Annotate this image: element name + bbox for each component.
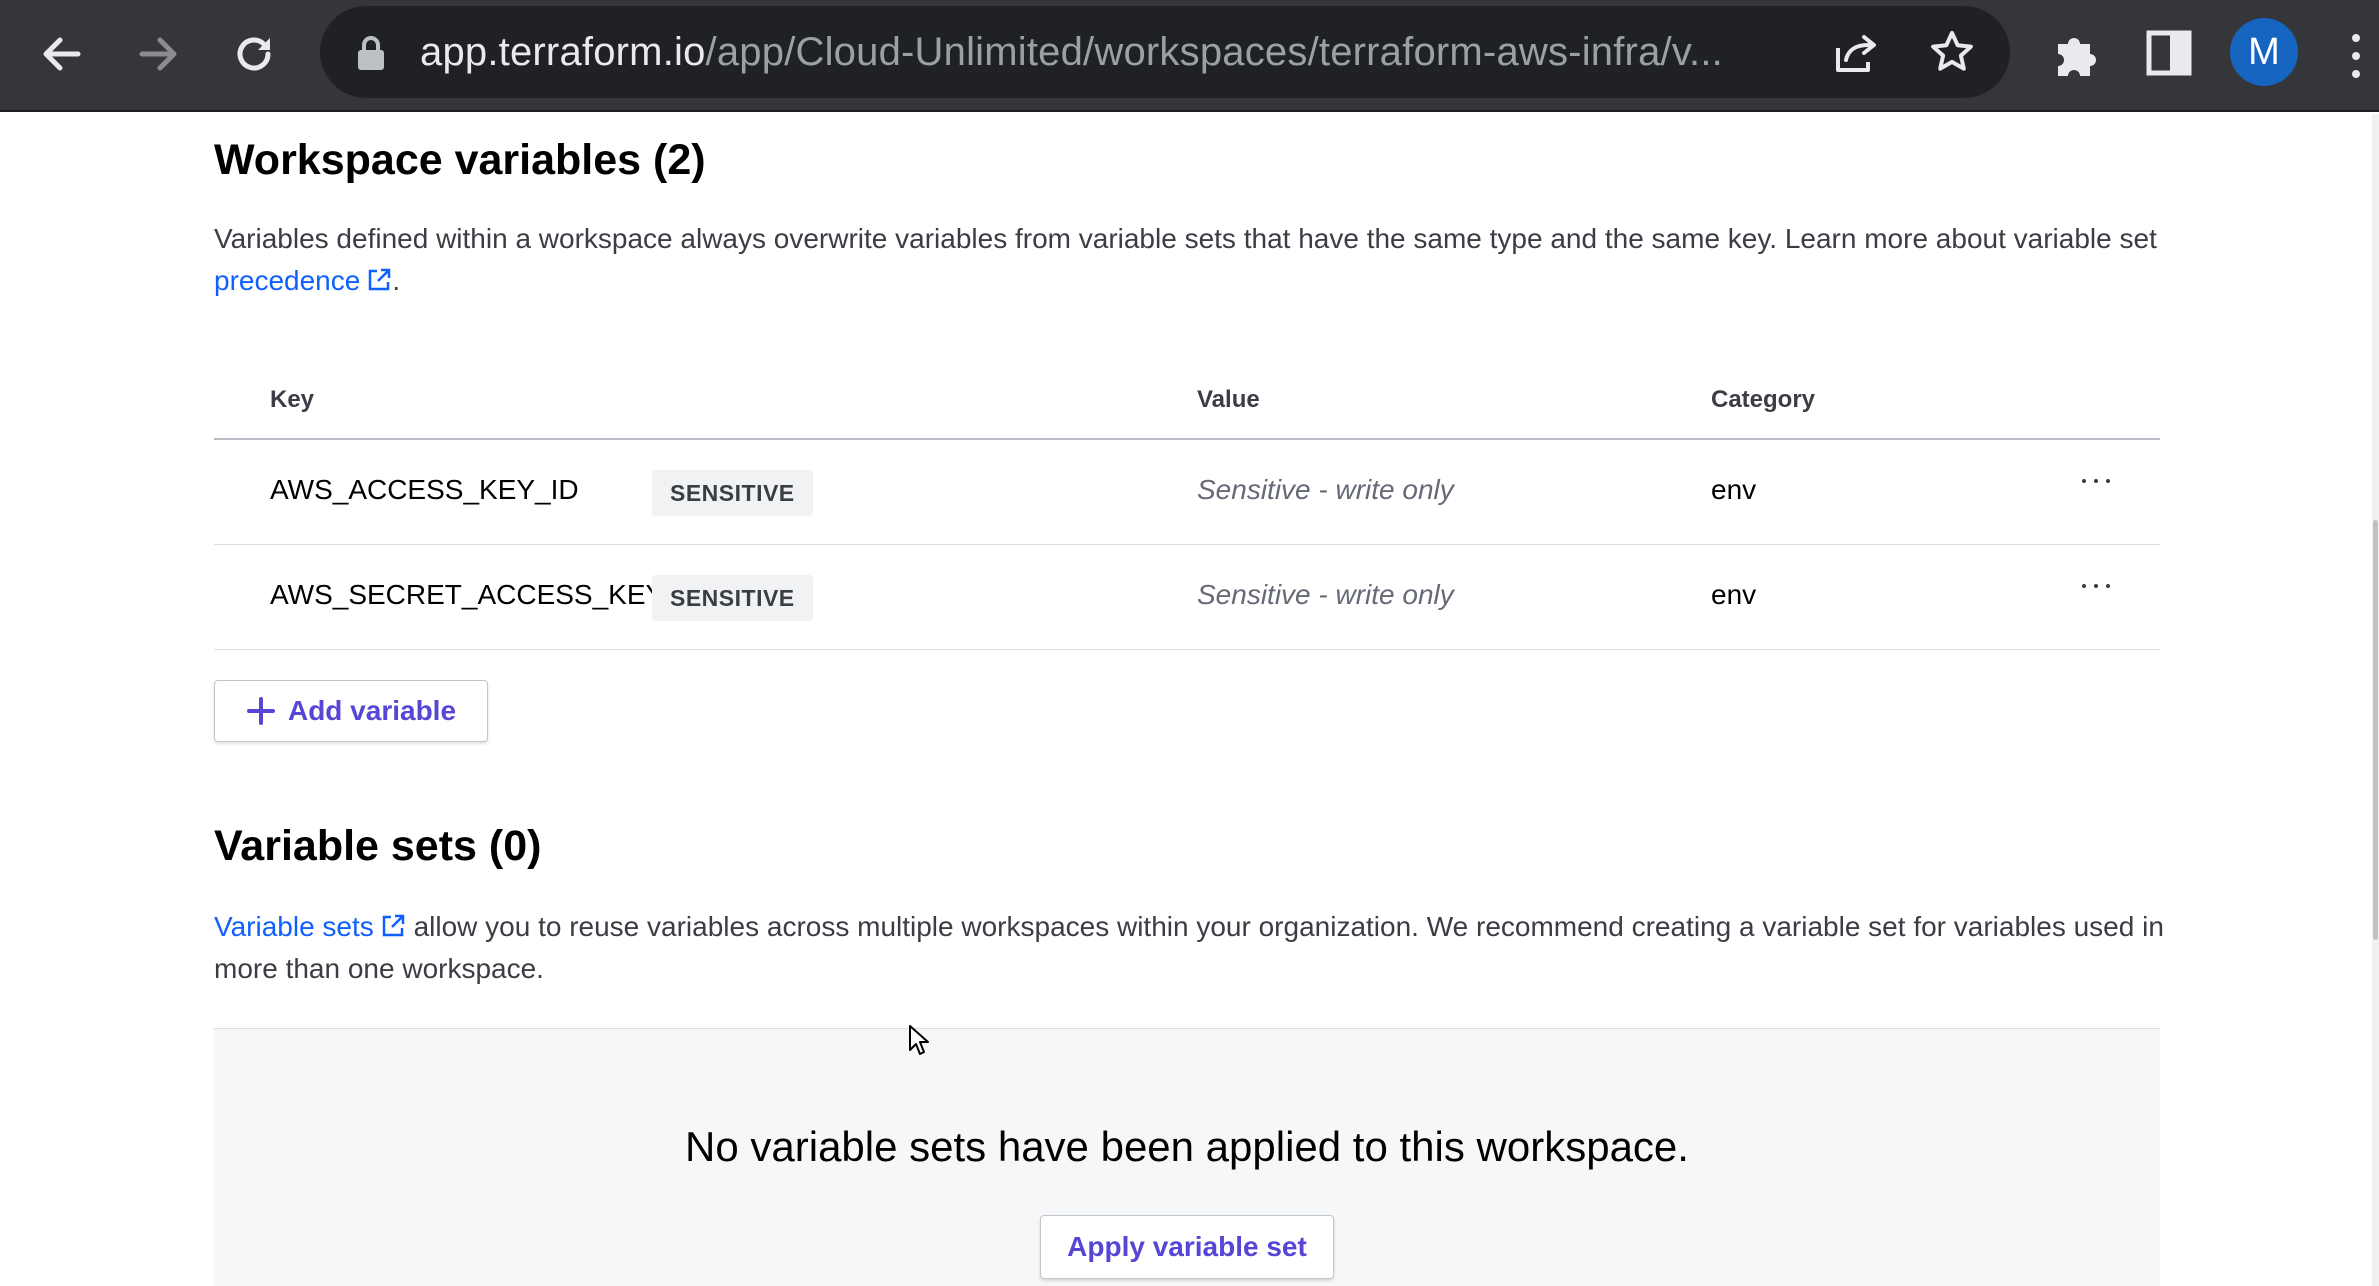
variable-key: AWS_ACCESS_KEY_ID [270,474,579,505]
lock-icon [358,36,384,70]
side-panel-icon[interactable] [2146,30,2192,76]
external-link-icon [382,914,405,937]
forward-arrow-icon [139,37,177,71]
table-row: AWS_ACCESS_KEY_ID SENSITIVE Sensitive - … [214,440,2160,545]
url-host: app.terraform.io [420,30,706,74]
sensitive-badge: SENSITIVE [652,575,813,621]
variable-category: env [1711,474,1757,505]
variable-sets-link[interactable]: Variable sets [214,911,406,942]
variable-sets-description-text: allow you to reuse variables across mult… [214,911,2164,984]
column-key: Key [270,386,315,413]
variable-sets-description: Variable sets allow you to reuse variabl… [214,906,2214,990]
scrollbar-thumb[interactable] [2373,520,2378,940]
back-button[interactable] [30,22,94,86]
variable-value: Sensitive - write only [1197,474,1454,505]
sensitive-badge: SENSITIVE [652,470,813,516]
avatar[interactable]: M [2230,18,2298,86]
external-link-icon [369,268,391,291]
back-arrow-icon [43,37,81,71]
extensions-icon[interactable] [2050,28,2102,80]
trailing-period: . [392,265,401,296]
share-icon[interactable] [1832,30,1880,78]
variable-sets-link-label: Variable sets [214,911,374,942]
variable-value: Sensitive - write only [1197,579,1454,610]
add-variable-button[interactable]: Add variable [214,680,488,742]
column-value: Value [1197,386,1260,413]
address-bar[interactable]: app.terraform.io/app/Cloud-Unlimited/wor… [320,6,2010,98]
mouse-cursor-icon [909,1025,929,1055]
precedence-link-label: precedence [214,265,361,296]
add-variable-label: Add variable [287,695,457,726]
row-actions-menu-icon[interactable] [2076,466,2116,496]
apply-variable-set-label: Apply variable set [1067,1231,1307,1262]
forward-button[interactable] [126,22,190,86]
table-header: Key Value Category [214,328,2160,440]
page-content: Workspace variables (2) Variables define… [0,114,2372,1286]
variable-category: env [1711,579,1757,610]
column-category: Category [1711,386,1816,413]
url-text[interactable]: app.terraform.io/app/Cloud-Unlimited/wor… [420,6,1780,98]
variables-table: Key Value Category AWS_ACCESS_KEY_ID SEN… [214,328,2160,650]
variable-key: AWS_SECRET_ACCESS_KEY [270,579,665,610]
reload-button[interactable] [222,22,286,86]
precedence-link[interactable]: precedence [214,265,392,296]
plus-icon [246,697,275,725]
variable-sets-empty-state: No variable sets have been applied to th… [214,1028,2160,1286]
empty-state-title: No variable sets have been applied to th… [685,1123,1689,1170]
description-text: Variables defined within a workspace alw… [214,223,2157,254]
row-actions-menu-icon[interactable] [2076,571,2116,601]
workspace-variables-heading: Workspace variables (2) [214,136,706,184]
variable-sets-heading: Variable sets (0) [214,822,542,870]
apply-variable-set-button[interactable]: Apply variable set [1040,1215,1334,1279]
workspace-variables-description: Variables defined within a workspace alw… [214,218,2214,302]
star-icon[interactable] [1928,28,1976,76]
reload-icon [237,37,271,71]
more-vert-icon[interactable] [2344,28,2368,84]
browser-toolbar: app.terraform.io/app/Cloud-Unlimited/wor… [0,0,2379,112]
table-row: AWS_SECRET_ACCESS_KEY SENSITIVE Sensitiv… [214,545,2160,650]
url-path: /app/Cloud-Unlimited/workspaces/terrafor… [705,30,1723,74]
